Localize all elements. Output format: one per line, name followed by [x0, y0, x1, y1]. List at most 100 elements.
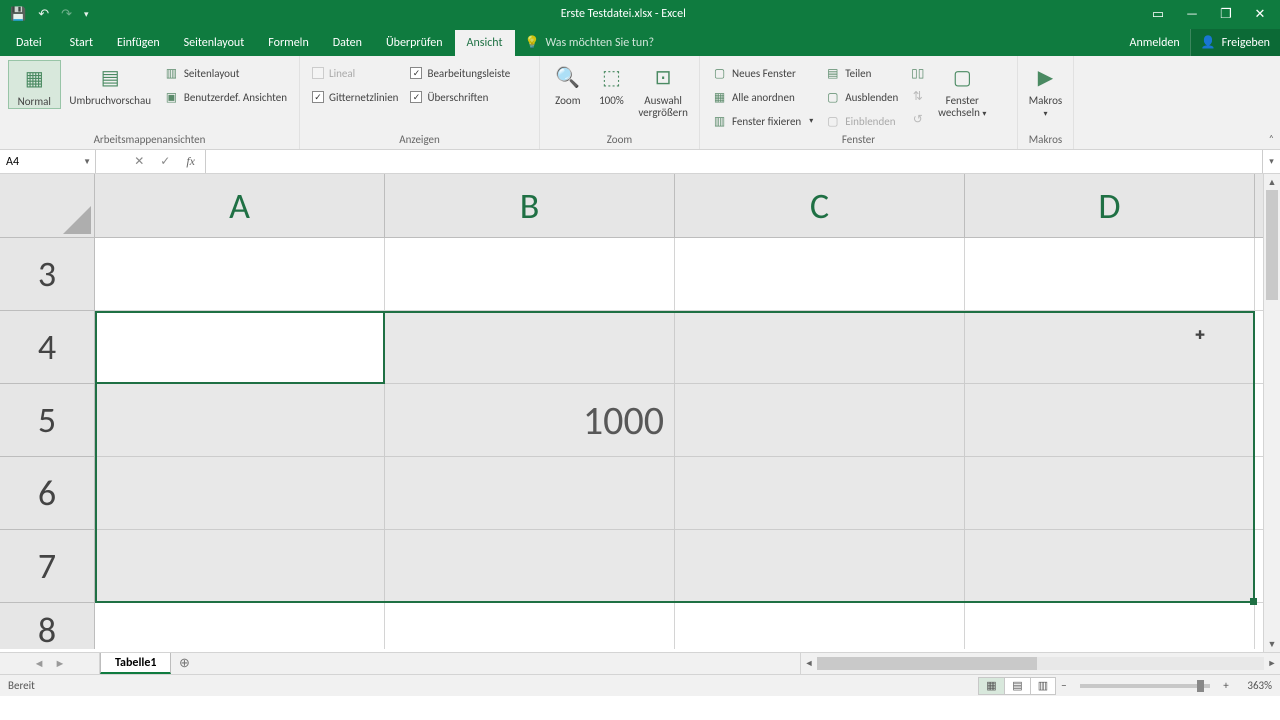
page-layout-shortcut[interactable]: ▤ — [1004, 677, 1030, 695]
sheet-next-icon[interactable]: ► — [55, 657, 66, 670]
cell-d7[interactable] — [965, 530, 1255, 602]
gridlines-checkbox[interactable]: Gitternetzlinien — [308, 86, 402, 108]
pagebreak-view-button[interactable]: ▤ Umbruchvorschau — [65, 60, 156, 107]
cells-area[interactable]: 1000 ✚ — [95, 238, 1263, 652]
tab-file[interactable]: Datei — [0, 30, 58, 56]
macros-button[interactable]: ▶ Makros▾ — [1026, 60, 1065, 119]
cell-d4[interactable] — [965, 311, 1255, 383]
cell-c4[interactable] — [675, 311, 965, 383]
cell-d3[interactable] — [965, 238, 1255, 310]
cell-a7[interactable] — [95, 530, 385, 602]
add-sheet-button[interactable]: ⊕ — [171, 653, 197, 674]
cancel-formula-icon[interactable]: ✕ — [134, 154, 144, 169]
normal-view-button[interactable]: ▦ Normal — [8, 60, 61, 109]
expand-formula-bar-icon[interactable]: ▾ — [1262, 150, 1280, 173]
collapse-ribbon-icon[interactable]: ˄ — [1269, 132, 1274, 145]
qat-more-icon[interactable]: ▾ — [84, 9, 89, 20]
zoom-100-button[interactable]: ⬚ 100% — [592, 60, 632, 107]
hide-button[interactable]: ▢Ausblenden — [821, 86, 902, 108]
tab-page-layout[interactable]: Seitenlayout — [172, 30, 257, 56]
cell-b8[interactable] — [385, 603, 675, 649]
row-header-4[interactable]: 4 — [0, 311, 94, 384]
scroll-up-icon[interactable]: ▲ — [1264, 174, 1280, 190]
tab-review[interactable]: Überprüfen — [374, 30, 455, 56]
zoom-slider-knob[interactable] — [1197, 680, 1204, 692]
vertical-scrollbar[interactable]: ▲ ▼ — [1263, 174, 1280, 652]
row-header-6[interactable]: 6 — [0, 457, 94, 530]
cell-a3[interactable] — [95, 238, 385, 310]
view-side-by-side-button[interactable]: ▯▯ — [906, 62, 929, 84]
switch-windows-button[interactable]: ▢ Fensterwechseln ▾ — [933, 60, 991, 119]
share-button[interactable]: 👤 Freigeben — [1190, 29, 1280, 56]
cell-a5[interactable] — [95, 384, 385, 456]
freeze-panes-button[interactable]: ▥Fenster fixieren▾ — [708, 110, 817, 132]
minimize-icon[interactable]: — — [1182, 7, 1202, 22]
tab-formulas[interactable]: Formeln — [256, 30, 320, 56]
cell-d5[interactable] — [965, 384, 1255, 456]
column-header-d[interactable]: D — [965, 174, 1255, 237]
cell-c5[interactable] — [675, 384, 965, 456]
cell-b3[interactable] — [385, 238, 675, 310]
zoom-in-button[interactable]: + — [1218, 679, 1234, 692]
tab-data[interactable]: Daten — [321, 30, 374, 56]
sign-in-button[interactable]: Anmelden — [1120, 30, 1190, 56]
sheet-tab-active[interactable]: Tabelle1 — [100, 653, 171, 674]
cell-a8[interactable] — [95, 603, 385, 649]
row-header-8[interactable]: 8 — [0, 603, 94, 649]
scroll-left-icon[interactable]: ◄ — [801, 658, 817, 669]
chevron-down-icon[interactable]: ▼ — [83, 157, 91, 167]
cell-a6[interactable] — [95, 457, 385, 529]
tab-start[interactable]: Start — [58, 30, 105, 56]
hscroll-track[interactable] — [817, 657, 1264, 670]
sheet-prev-icon[interactable]: ◄ — [34, 657, 45, 670]
cell-d6[interactable] — [965, 457, 1255, 529]
row-header-5[interactable]: 5 — [0, 384, 94, 457]
hscroll-thumb[interactable] — [817, 657, 1037, 670]
scroll-down-icon[interactable]: ▼ — [1264, 636, 1280, 652]
sheet-nav[interactable]: ◄► — [0, 653, 100, 674]
page-layout-button[interactable]: ▥Seitenlayout — [160, 62, 291, 84]
close-icon[interactable]: ✕ — [1250, 7, 1270, 22]
column-header-a[interactable]: A — [95, 174, 385, 237]
insert-function-icon[interactable]: fx — [186, 154, 195, 169]
page-break-shortcut[interactable]: ▥ — [1030, 677, 1056, 695]
cell-c3[interactable] — [675, 238, 965, 310]
new-window-button[interactable]: ▢Neues Fenster — [708, 62, 817, 84]
tab-insert[interactable]: Einfügen — [105, 30, 172, 56]
cell-b5[interactable]: 1000 — [385, 384, 675, 456]
undo-icon[interactable]: ↶ — [38, 7, 49, 22]
name-box[interactable]: A4 ▼ — [0, 150, 96, 173]
zoom-selection-button[interactable]: ⊡ Auswahlvergrößern — [635, 60, 691, 119]
column-header-b[interactable]: B — [385, 174, 675, 237]
cell-b6[interactable] — [385, 457, 675, 529]
save-icon[interactable]: 💾 — [10, 7, 26, 22]
cell-c7[interactable] — [675, 530, 965, 602]
arrange-all-button[interactable]: ▦Alle anordnen — [708, 86, 817, 108]
select-all-corner[interactable] — [0, 174, 95, 238]
zoom-slider[interactable] — [1080, 684, 1210, 688]
custom-views-button[interactable]: ▣Benutzerdef. Ansichten — [160, 86, 291, 108]
split-button[interactable]: ▤Teilen — [821, 62, 902, 84]
cell-b7[interactable] — [385, 530, 675, 602]
vscroll-track[interactable] — [1264, 190, 1280, 636]
restore-icon[interactable]: ❐ — [1216, 7, 1236, 22]
normal-view-shortcut[interactable]: ▦ — [978, 677, 1004, 695]
headings-checkbox[interactable]: Überschriften — [406, 86, 514, 108]
formula-bar[interactable] — [206, 150, 1262, 173]
ribbon-options-icon[interactable]: ▭ — [1148, 7, 1168, 22]
cell-c6[interactable] — [675, 457, 965, 529]
row-header-7[interactable]: 7 — [0, 530, 94, 603]
cell-d8[interactable] — [965, 603, 1255, 649]
cell-c8[interactable] — [675, 603, 965, 649]
scroll-right-icon[interactable]: ► — [1264, 658, 1280, 669]
enter-formula-icon[interactable]: ✓ — [160, 154, 170, 169]
column-header-c[interactable]: C — [675, 174, 965, 237]
zoom-out-button[interactable]: − — [1056, 679, 1072, 692]
formula-bar-checkbox[interactable]: Bearbeitungsleiste — [406, 62, 514, 84]
redo-icon[interactable]: ↷ — [61, 7, 72, 22]
tell-me-search[interactable]: 💡 Was möchten Sie tun? — [515, 29, 665, 56]
zoom-percent[interactable]: 363% — [1234, 679, 1280, 692]
horizontal-scrollbar[interactable]: ◄ ► — [800, 653, 1280, 674]
cell-b4[interactable] — [385, 311, 675, 383]
tab-view[interactable]: Ansicht — [455, 30, 515, 56]
